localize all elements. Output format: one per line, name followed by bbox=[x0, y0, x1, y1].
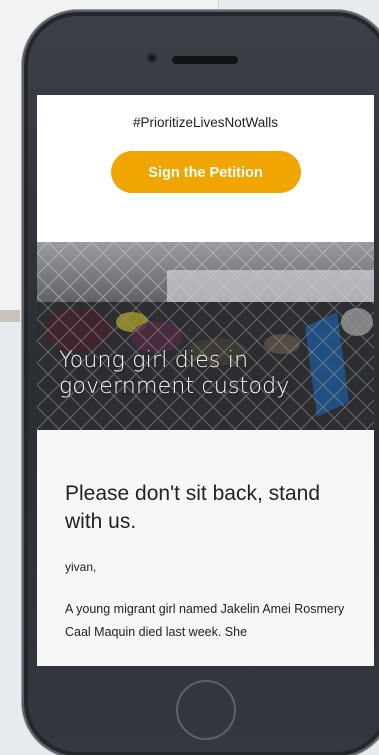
hero-headline-line2: government custody bbox=[59, 374, 290, 399]
hero-photo-illustration bbox=[37, 242, 374, 430]
hero-image[interactable]: Young girl dies in government custody bbox=[37, 242, 374, 430]
hashtag-text: #PrioritizeLivesNotWalls bbox=[132, 115, 279, 130]
home-button-icon[interactable] bbox=[176, 680, 236, 740]
email-paragraph: A young migrant girl named Jakelin Amei … bbox=[65, 602, 345, 639]
front-camera-icon bbox=[147, 53, 157, 63]
sign-petition-button[interactable]: Sign the Petition bbox=[110, 151, 301, 193]
email-greeting: yivan, bbox=[65, 560, 97, 574]
mockup-stage: #PrioritizeLivesNotWalls Sign the Petiti… bbox=[0, 0, 379, 755]
email-screen: #PrioritizeLivesNotWalls Sign the Petiti… bbox=[37, 95, 374, 666]
email-body: Please don't sit back, stand with us. yi… bbox=[37, 430, 374, 666]
hero-headline: Young girl dies in government custody bbox=[59, 348, 359, 400]
hero-headline-line1: Young girl dies in bbox=[59, 348, 249, 373]
cta-container: Sign the Petition bbox=[37, 151, 374, 193]
background-panel-edge bbox=[0, 310, 20, 322]
speaker-grille-icon bbox=[172, 56, 238, 64]
email-headline: Please don't sit back, stand with us. bbox=[65, 482, 320, 533]
